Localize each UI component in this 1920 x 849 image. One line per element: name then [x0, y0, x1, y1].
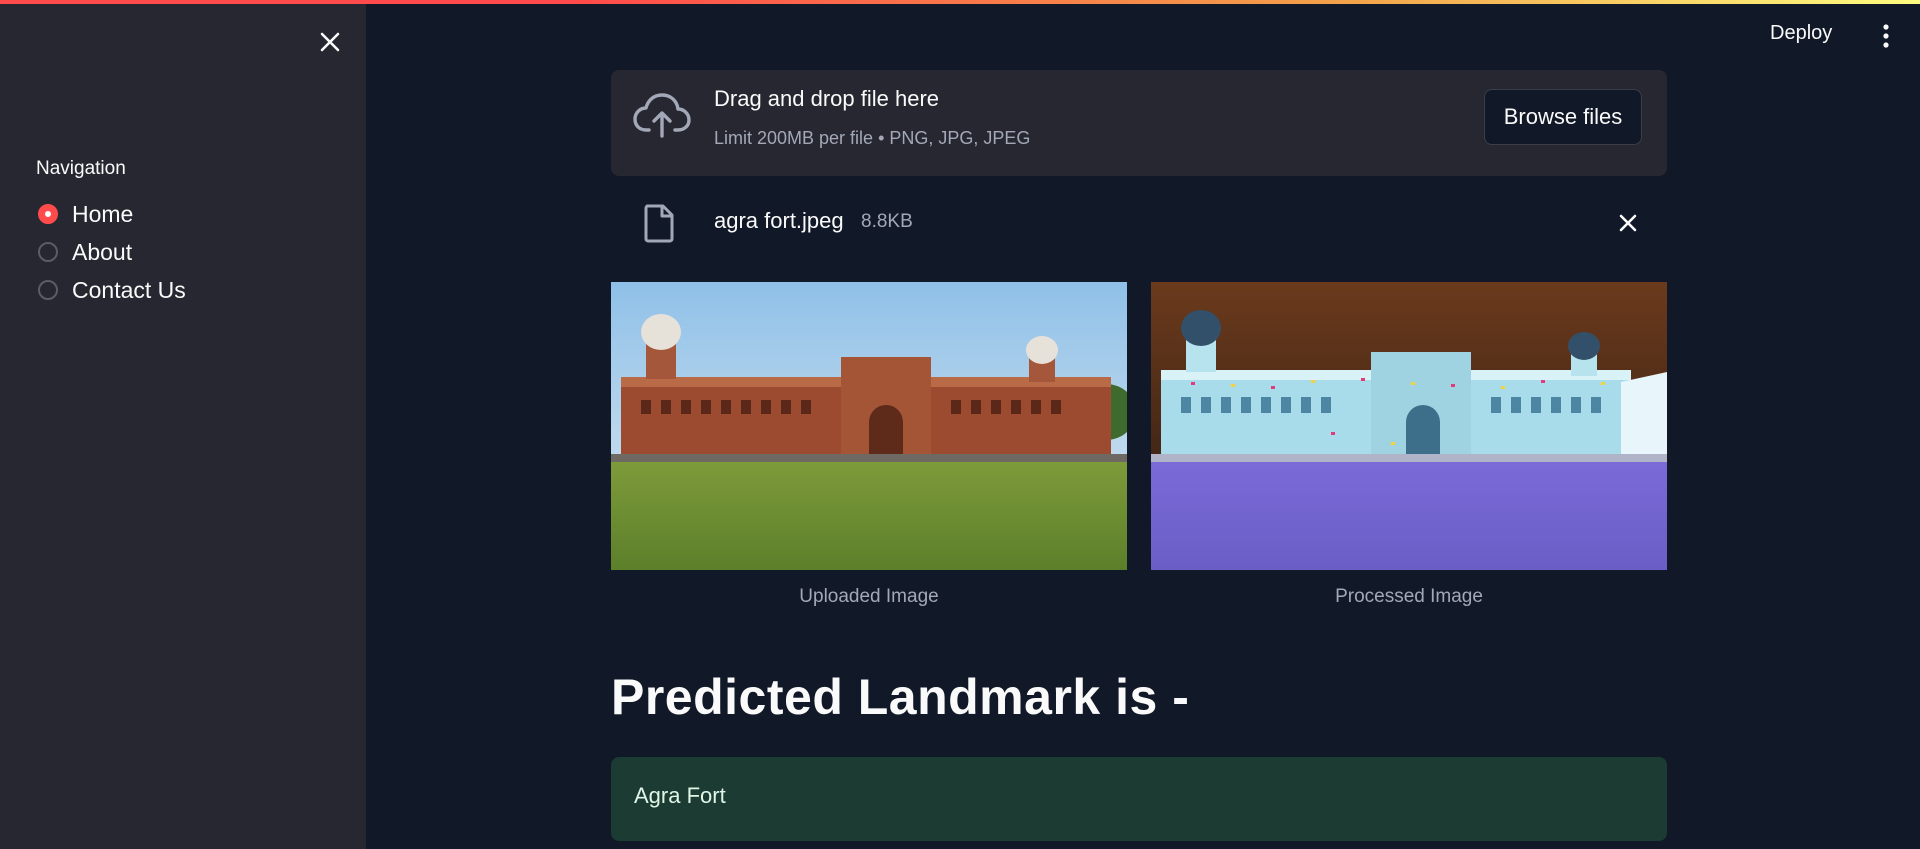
nav-radio-label: Home [72, 200, 134, 227]
file-icon [643, 203, 675, 243]
nav-radio-label: About [72, 238, 133, 265]
vertical-ellipsis-icon[interactable] [1876, 22, 1896, 50]
close-icon[interactable] [316, 28, 344, 56]
cloud-upload-icon [633, 92, 691, 140]
dropzone-title: Drag and drop file here [714, 86, 940, 111]
success-alert: Agra Fort [611, 757, 1667, 841]
radio-unchecked-icon[interactable] [38, 242, 58, 262]
file-dropzone[interactable]: Drag and drop file here Limit 200MB per … [611, 70, 1667, 176]
nav-radio-about[interactable]: About [38, 236, 132, 268]
processed-image-caption: Processed Image [1335, 586, 1483, 607]
browse-files-button[interactable]: Browse files [1484, 89, 1642, 145]
radio-checked-icon[interactable] [38, 204, 58, 224]
uploaded-image [611, 282, 1127, 570]
dropzone-limit-text: Limit 200MB per file • PNG, JPG, JPEG [714, 128, 1031, 148]
sidebar: Navigation Home About Contact Us [0, 4, 366, 849]
page-heading: Predicted Landmark is - [611, 669, 1190, 725]
processed-image [1151, 282, 1667, 570]
navigation-label: Navigation [36, 158, 126, 179]
deploy-button[interactable]: Deploy [1770, 22, 1832, 45]
nav-radio-label: Contact Us [72, 276, 186, 303]
uploaded-file-item: agra fort.jpeg 8.8KB [611, 190, 1667, 256]
nav-radio-contact[interactable]: Contact Us [38, 274, 186, 306]
nav-radio-home[interactable]: Home [38, 198, 133, 230]
uploaded-image-caption: Uploaded Image [799, 586, 939, 607]
radio-unchecked-icon[interactable] [38, 280, 58, 300]
remove-file-close-icon[interactable] [1615, 210, 1641, 236]
file-size: 8.8KB [861, 211, 913, 232]
file-name: agra fort.jpeg [714, 208, 844, 233]
predicted-landmark-text: Agra Fort [634, 783, 726, 808]
